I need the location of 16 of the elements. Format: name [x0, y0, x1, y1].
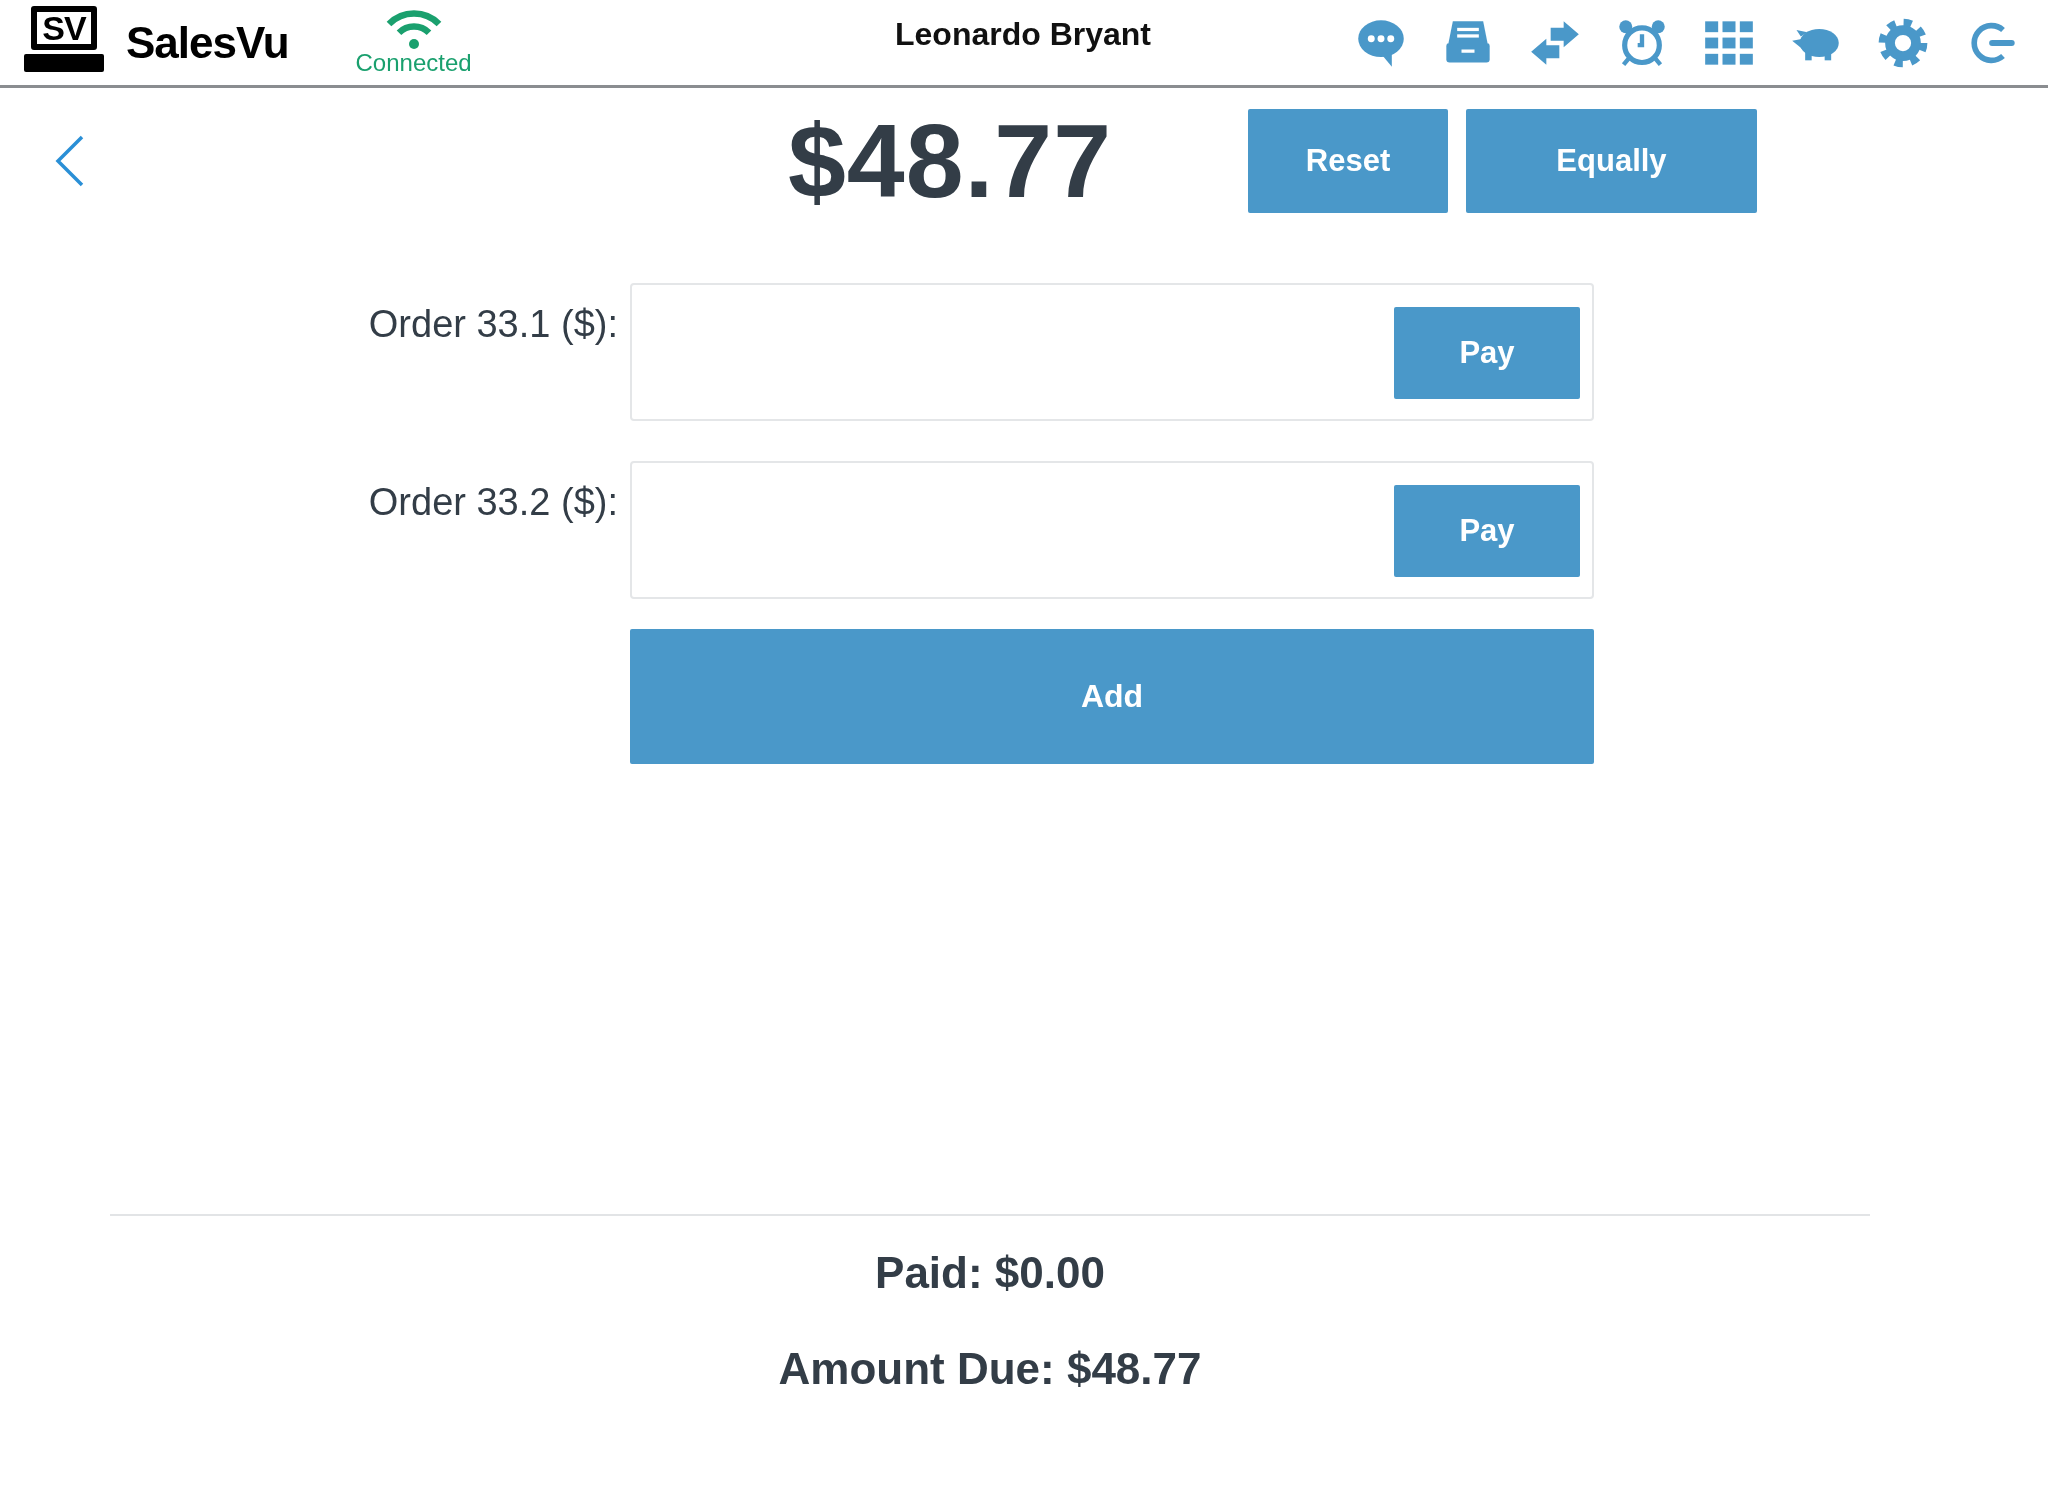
connection-status: Connected: [355, 48, 472, 77]
amount-due: Amount Due: $48.77: [778, 1344, 1202, 1394]
order-label: Order 33.2 ($):: [367, 480, 618, 525]
order-label: Order 33.1 ($):: [367, 302, 618, 347]
paid-amount: Paid: $0.00: [875, 1248, 1105, 1298]
brand-name: SalesVu: [126, 17, 289, 68]
user-name: Leonardo Bryant: [894, 16, 1152, 53]
total-amount: $48.77: [786, 101, 1114, 221]
add-button[interactable]: Add: [630, 629, 1594, 764]
amount-field[interactable]: Pay: [630, 283, 1594, 421]
reset-button[interactable]: Reset: [1248, 109, 1448, 213]
pay-button[interactable]: Pay: [1394, 485, 1580, 577]
pay-button[interactable]: Pay: [1394, 307, 1580, 399]
split-equally-button[interactable]: Equally: [1466, 109, 1757, 213]
amount-field[interactable]: Pay: [630, 461, 1594, 599]
logo-mark: SV: [24, 5, 104, 80]
